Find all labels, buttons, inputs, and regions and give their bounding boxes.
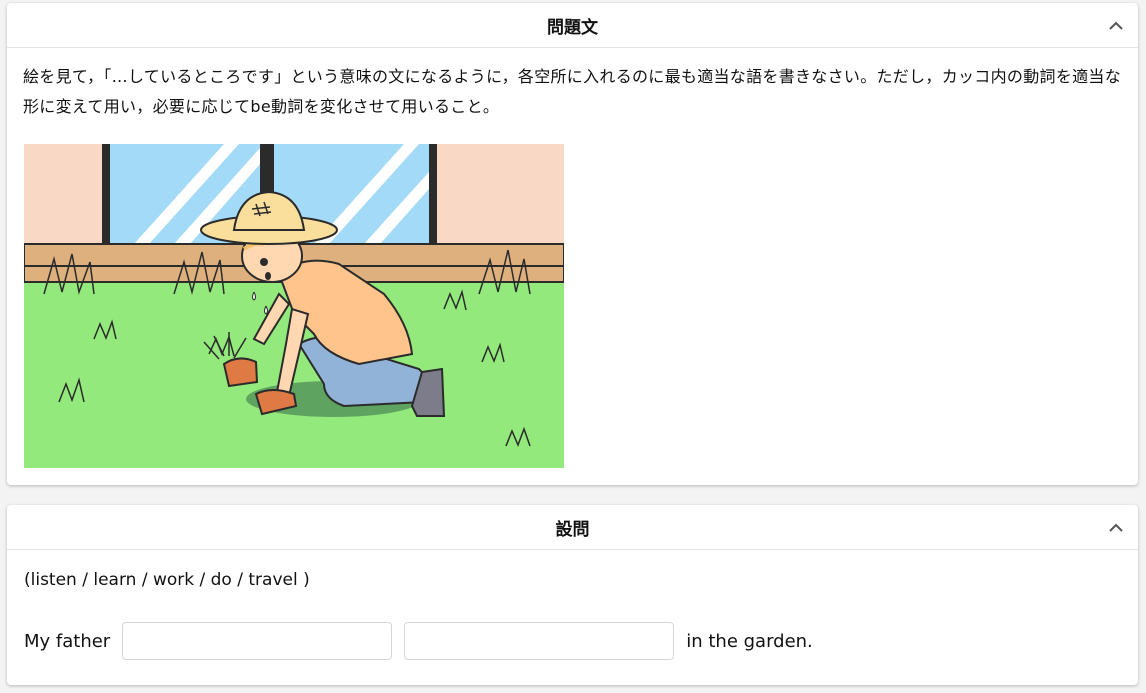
problem-card: 問題文 絵を見て，「…しているところです」という意味の文になるように，各空所に入…: [7, 3, 1138, 485]
chevron-up-icon[interactable]: [1104, 515, 1128, 539]
problem-card-title: 問題文: [547, 17, 598, 38]
blank-2-input[interactable]: [404, 622, 675, 660]
question-card: 設問 (listen / learn / work / do / travel …: [7, 505, 1138, 685]
gardening-illustration: [24, 144, 564, 468]
question-card-title: 設問: [555, 519, 590, 540]
sentence-prefix: My father: [24, 630, 111, 652]
problem-card-header[interactable]: 問題文: [7, 3, 1138, 48]
chevron-up-icon[interactable]: [1104, 13, 1128, 37]
problem-text: 絵を見て，「…しているところです」という意味の文になるように，各空所に入れるのに…: [23, 67, 1122, 116]
answer-sentence: My father in the garden.: [24, 621, 813, 661]
verb-choices: (listen / learn / work / do / travel ): [24, 570, 310, 590]
blank-1-input[interactable]: [122, 622, 393, 660]
question-card-header[interactable]: 設問: [7, 505, 1138, 550]
sentence-suffix: in the garden.: [686, 630, 813, 652]
